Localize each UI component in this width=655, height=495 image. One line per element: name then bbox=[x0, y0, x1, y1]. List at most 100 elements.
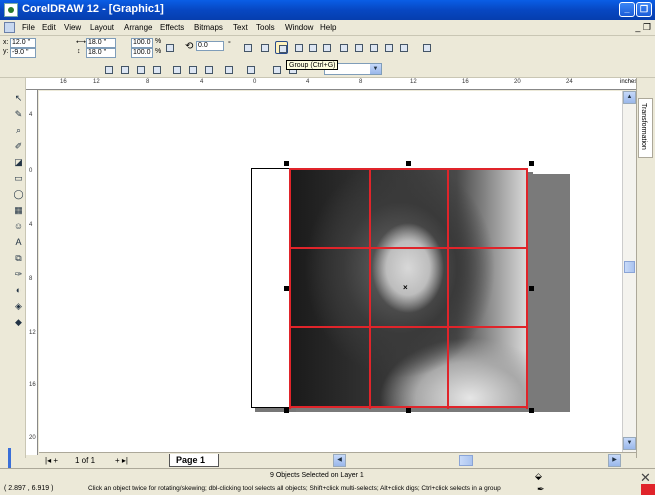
smart-fill-icon[interactable]: ◪ bbox=[12, 156, 25, 169]
menu-help[interactable]: Help bbox=[320, 23, 336, 32]
wrap-text-icon[interactable] bbox=[258, 41, 271, 54]
y-position-field[interactable]: -9.0 " bbox=[10, 48, 36, 58]
trim-icon[interactable] bbox=[352, 41, 365, 54]
menu-arrange[interactable]: Arrange bbox=[124, 23, 152, 32]
interactive-fill-icon[interactable]: ◆ bbox=[12, 316, 25, 329]
menu-window[interactable]: Window bbox=[285, 23, 313, 32]
text-tool-icon[interactable]: A bbox=[12, 236, 25, 249]
scroll-down-icon[interactable]: ▼ bbox=[623, 437, 636, 450]
y-label: y: bbox=[3, 48, 9, 55]
height-field[interactable]: 18.0 " bbox=[86, 48, 116, 58]
ungroup-icon[interactable] bbox=[292, 41, 305, 54]
simplify-icon[interactable] bbox=[382, 41, 395, 54]
weld-icon[interactable] bbox=[337, 41, 350, 54]
redo-icon[interactable] bbox=[244, 63, 257, 76]
selection-handle[interactable] bbox=[406, 161, 411, 166]
ruler-unit-label: inches bbox=[620, 79, 638, 85]
scroll-up-icon[interactable]: ▲ bbox=[623, 91, 636, 104]
ruler-tick: 16 bbox=[60, 79, 67, 85]
transformation-docker-tab[interactable]: Transformation bbox=[638, 98, 653, 158]
grid-line bbox=[289, 326, 528, 328]
undo-icon[interactable] bbox=[222, 63, 235, 76]
width-icon: ⟷ bbox=[76, 39, 87, 46]
ruler-tick: 0 bbox=[253, 79, 257, 85]
grid-line bbox=[289, 168, 291, 409]
freehand-tool-icon[interactable]: ✐ bbox=[12, 140, 25, 153]
rectangle-tool-icon[interactable]: ▭ bbox=[12, 172, 25, 185]
window-title: CorelDRAW 12 - [Graphic1] bbox=[22, 3, 164, 15]
scroll-right-icon[interactable]: ▶ bbox=[608, 454, 621, 467]
menu-effects[interactable]: Effects bbox=[160, 23, 184, 32]
menu-text[interactable]: Text bbox=[233, 23, 248, 32]
new-icon[interactable] bbox=[102, 63, 115, 76]
rotation-field[interactable]: 0.0 bbox=[196, 41, 224, 51]
degree-label: ° bbox=[228, 41, 231, 48]
page-tab[interactable]: Page 1 bbox=[169, 454, 219, 467]
horizontal-ruler[interactable]: 16 12 8 4 0 4 8 12 16 20 24 bbox=[26, 78, 636, 90]
open-icon[interactable] bbox=[118, 63, 131, 76]
scroll-thumb[interactable] bbox=[624, 261, 635, 273]
rotate-icon: ⟲ bbox=[185, 41, 194, 52]
copy-icon[interactable] bbox=[186, 63, 199, 76]
lock-ratio-icon[interactable] bbox=[163, 41, 176, 54]
outline-pen-icon: ✒ bbox=[537, 484, 545, 494]
print-icon[interactable] bbox=[150, 63, 163, 76]
scale-width-field[interactable]: 100.0 bbox=[131, 38, 153, 48]
group-tooltip: Group (Ctrl+G) bbox=[286, 60, 339, 70]
h-scroll-thumb[interactable] bbox=[459, 455, 473, 466]
first-page-icon[interactable]: |◂ + bbox=[45, 456, 58, 465]
group-button[interactable] bbox=[275, 41, 288, 54]
zoom-tool-icon[interactable]: ⌕ bbox=[12, 124, 25, 137]
chevron-down-icon[interactable]: ▼ bbox=[370, 64, 381, 74]
ruler-tick: 20 bbox=[29, 435, 36, 441]
front-minus-back-icon[interactable] bbox=[397, 41, 410, 54]
selection-handle[interactable] bbox=[529, 286, 534, 291]
mirror-icon[interactable] bbox=[241, 41, 254, 54]
menu-tools[interactable]: Tools bbox=[256, 23, 275, 32]
document-window-controls[interactable]: _ ❐ bbox=[635, 22, 651, 33]
cut-icon[interactable] bbox=[170, 63, 183, 76]
portrait-image[interactable] bbox=[290, 168, 528, 408]
interactive-blend-icon[interactable]: ⧉ bbox=[12, 252, 25, 265]
restore-button[interactable]: ❐ bbox=[636, 2, 652, 17]
selection-handle[interactable] bbox=[529, 408, 534, 413]
scroll-left-icon[interactable]: ◀ bbox=[333, 454, 346, 467]
menu-file[interactable]: File bbox=[22, 23, 35, 32]
menu-layout[interactable]: Layout bbox=[90, 23, 114, 32]
document-icon[interactable] bbox=[4, 22, 15, 33]
outline-tool-icon[interactable]: ◐ bbox=[12, 284, 25, 297]
save-icon[interactable] bbox=[134, 63, 147, 76]
minimize-button[interactable]: _ bbox=[619, 2, 635, 17]
scale-height-field[interactable]: 100.0 bbox=[131, 48, 153, 58]
paste-icon[interactable] bbox=[202, 63, 215, 76]
ellipse-tool-icon[interactable]: ◯ bbox=[12, 188, 25, 201]
menu-view[interactable]: View bbox=[64, 23, 81, 32]
create-boundary-icon[interactable] bbox=[420, 41, 433, 54]
combine-icon[interactable] bbox=[320, 41, 333, 54]
menu-bitmaps[interactable]: Bitmaps bbox=[194, 23, 223, 32]
shape-tool-icon[interactable]: ✎ bbox=[12, 108, 25, 121]
polygon-tool-icon[interactable]: ▦ bbox=[12, 204, 25, 217]
basic-shapes-icon[interactable]: ☺ bbox=[12, 220, 25, 233]
vertical-ruler[interactable]: 4 0 4 8 12 16 20 bbox=[26, 90, 38, 455]
selection-handle[interactable] bbox=[529, 161, 534, 166]
vertical-scrollbar[interactable]: ▲ ▼ bbox=[622, 91, 636, 452]
coreldraw-app-icon[interactable] bbox=[4, 3, 18, 17]
ruler-tick: 12 bbox=[410, 79, 417, 85]
pick-tool-icon[interactable]: ↖ bbox=[12, 92, 25, 105]
fill-tool-icon[interactable]: ◈ bbox=[12, 300, 25, 313]
import-icon[interactable] bbox=[270, 63, 283, 76]
color-swatch[interactable] bbox=[641, 484, 655, 495]
center-marker-icon[interactable]: × bbox=[403, 283, 408, 292]
menu-edit[interactable]: Edit bbox=[42, 23, 56, 32]
ungroup-all-icon[interactable] bbox=[306, 41, 319, 54]
selection-handle[interactable] bbox=[284, 408, 289, 413]
selection-handle[interactable] bbox=[406, 408, 411, 413]
selection-handle[interactable] bbox=[284, 161, 289, 166]
eyedropper-icon[interactable]: ✑ bbox=[12, 268, 25, 281]
intersect-icon[interactable] bbox=[367, 41, 380, 54]
selection-handle[interactable] bbox=[284, 286, 289, 291]
next-page-icon[interactable]: + ▸| bbox=[115, 456, 128, 465]
x-position-field[interactable]: 12.0 " bbox=[10, 38, 36, 48]
width-field[interactable]: 18.0 " bbox=[86, 38, 116, 48]
